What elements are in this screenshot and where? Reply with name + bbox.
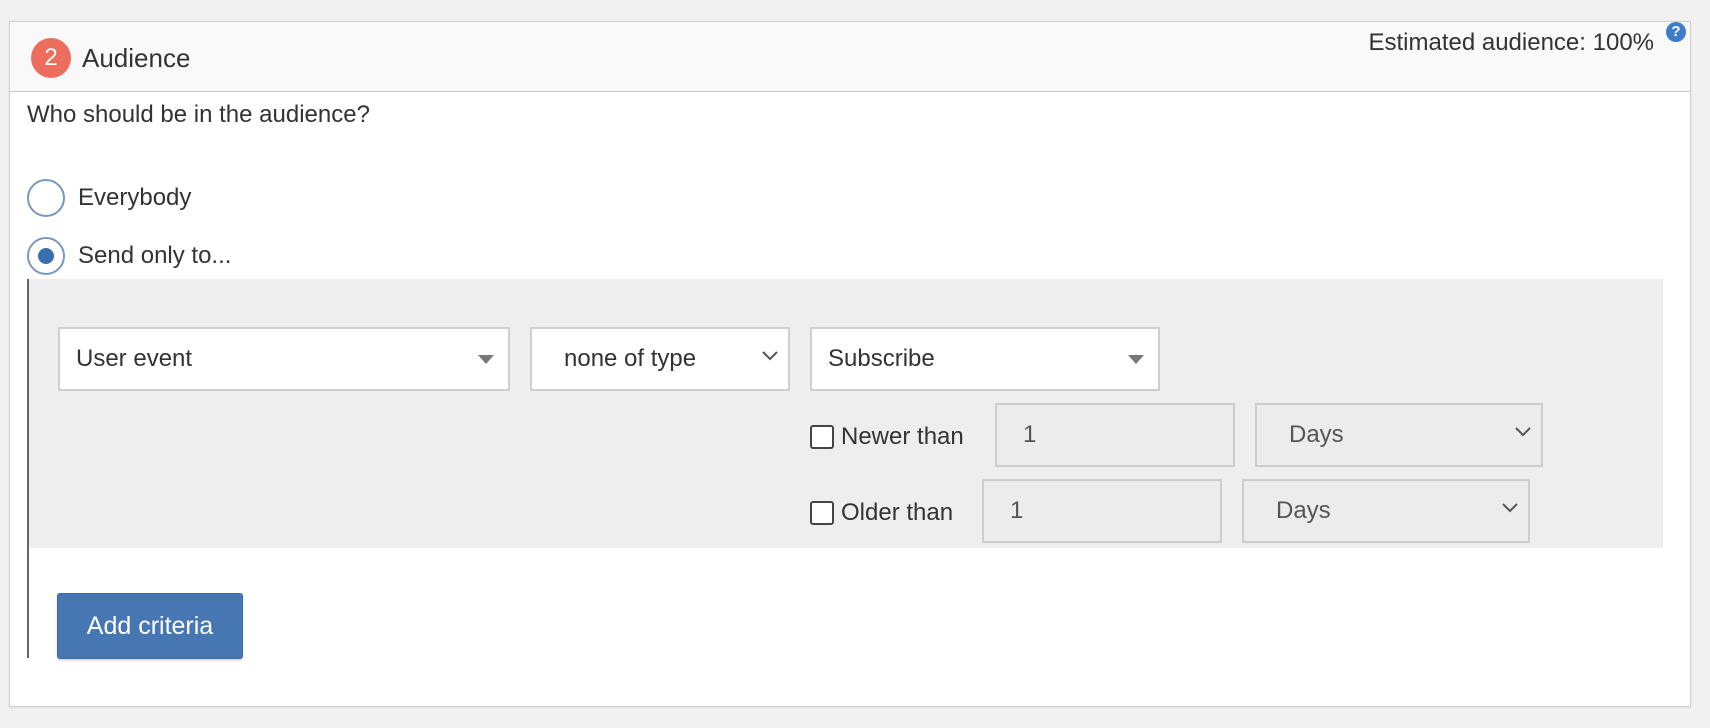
- help-icon[interactable]: ?: [1666, 22, 1686, 42]
- older-than-value: 1: [1010, 497, 1024, 524]
- panel-title: Audience: [82, 43, 191, 73]
- operator-select[interactable]: none of type: [530, 327, 790, 391]
- field-select[interactable]: User event: [58, 327, 510, 391]
- older-than-value-input[interactable]: 1: [982, 479, 1222, 543]
- chevron-down-icon: [762, 347, 778, 363]
- radio-button[interactable]: [27, 179, 65, 217]
- radio-button-selected[interactable]: [27, 237, 65, 275]
- older-than-unit-select[interactable]: Days: [1242, 479, 1530, 543]
- add-criteria-button[interactable]: Add criteria: [57, 593, 243, 659]
- radio-send-only-to[interactable]: Send only to...: [27, 237, 231, 275]
- audience-question: Who should be in the audience?: [27, 101, 370, 128]
- event-type-select[interactable]: Subscribe: [810, 327, 1160, 391]
- radio-everybody[interactable]: Everybody: [27, 179, 191, 217]
- caret-down-icon: [478, 355, 494, 364]
- caret-down-icon: [1128, 355, 1144, 364]
- newer-than-unit: Days: [1289, 421, 1344, 448]
- chevron-down-icon: [1502, 499, 1518, 515]
- panel-header: 2 Audience Estimated audience: 100% ?: [10, 22, 1690, 92]
- chevron-down-icon: [1515, 423, 1531, 439]
- older-than-checkbox[interactable]: [810, 501, 834, 525]
- operator-select-value: none of type: [564, 345, 697, 372]
- estimated-audience-text: Estimated audience: 100%: [1368, 29, 1654, 56]
- criteria-left-border: [27, 279, 29, 658]
- field-select-value: User event: [76, 345, 193, 372]
- newer-than-value: 1: [1023, 421, 1037, 448]
- event-type-select-value: Subscribe: [828, 345, 935, 372]
- newer-than-option[interactable]: Newer than: [810, 419, 964, 455]
- older-than-label: Older than: [841, 499, 954, 526]
- step-number-badge: 2: [31, 38, 71, 78]
- radio-selected-dot: [38, 248, 54, 264]
- newer-than-checkbox[interactable]: [810, 425, 834, 449]
- radio-label: Send only to...: [78, 242, 232, 269]
- newer-than-value-input[interactable]: 1: [995, 403, 1235, 467]
- older-than-option[interactable]: Older than: [810, 495, 953, 531]
- older-than-unit: Days: [1276, 497, 1331, 524]
- newer-than-label: Newer than: [841, 423, 964, 450]
- newer-than-unit-select[interactable]: Days: [1255, 403, 1543, 467]
- radio-label: Everybody: [78, 184, 192, 211]
